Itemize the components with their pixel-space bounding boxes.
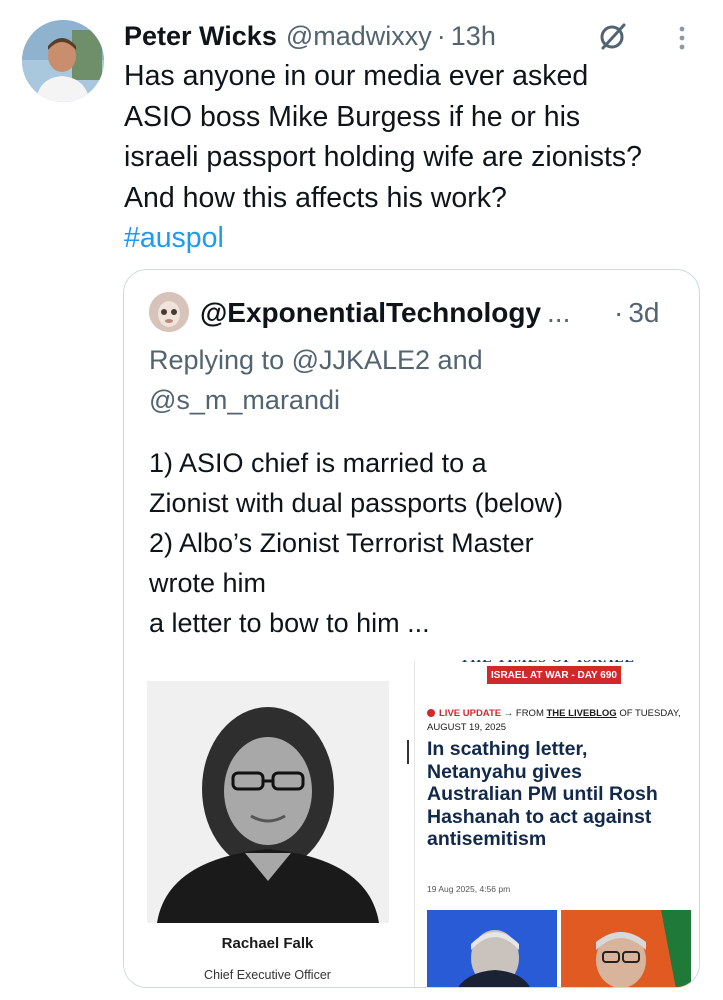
tweet-text-line: ASIO boss Mike Burgess if he or his <box>124 100 581 133</box>
media-image-left[interactable]: Rachael Falk Chief Executive Officer <box>124 660 411 987</box>
headline-line: Netanyahu gives <box>427 760 582 783</box>
article-thumbnail-left <box>427 910 557 987</box>
headline-line: Hashanah to act against <box>427 805 652 828</box>
author-name[interactable]: Peter Wicks <box>124 21 277 52</box>
headline-line: In scathing letter, <box>427 738 588 760</box>
live-dot-icon <box>427 709 435 717</box>
tweet-text-line: Has anyone in our media ever asked <box>124 60 589 92</box>
person-title-caption: Chief Executive Officer <box>204 968 331 982</box>
quoted-text-line: 2) Albo’s Zionist Terrorist Master <box>149 528 534 558</box>
quoted-tweet-text: 1) ASIO chief is married to a Zionist wi… <box>149 443 689 643</box>
separator-dot: · <box>614 297 624 328</box>
hashtag-link[interactable]: #auspol <box>124 218 714 259</box>
war-day-badge: ISRAEL AT WAR - DAY 690 <box>487 666 621 684</box>
quoted-tweet-timestamp: 3d <box>628 297 660 328</box>
article-headline: In scathing letter, Netanyahu gives Aust… <box>427 738 697 851</box>
quoted-media: Rachael Falk Chief Executive Officer THE… <box>124 660 699 987</box>
grok-icon[interactable] <box>597 20 629 52</box>
quoted-author-name[interactable]: @ExponentialTechnology <box>200 297 541 329</box>
replying-to-line: Replying to @JJKALE2 and <box>149 345 483 375</box>
live-update-line: LIVE UPDATE → FROM THE LIVEBLOG OF TUESD… <box>427 708 681 719</box>
headline-line: antisemitism <box>427 828 547 850</box>
separator-dot: · <box>436 20 446 51</box>
quoted-text-line: a letter to bow to him ... <box>149 608 430 638</box>
name-truncation: ... <box>547 297 571 328</box>
live-update-date: AUGUST 19, 2025 <box>427 722 507 733</box>
tweet: Peter Wicks @madwixxy · 13h Has anyone i… <box>0 0 723 1000</box>
article-timestamp: 19 Aug 2025, 4:56 pm <box>427 884 511 894</box>
replying-to-line: @s_m_marandi <box>149 385 340 415</box>
person-name-caption: Rachael Falk <box>221 935 314 952</box>
liveblog-link: THE LIVEBLOG <box>546 708 617 719</box>
tweet-text-line: israeli passport holding wife are zionis… <box>124 141 643 173</box>
live-update-label: LIVE UPDATE <box>439 708 502 719</box>
quoted-text-line: 1) ASIO chief is married to a <box>149 448 487 478</box>
quoted-avatar-photo <box>149 292 189 332</box>
quoted-text-line: Zionist with dual passports (below) <box>149 488 564 518</box>
tweet-header: Peter Wicks @madwixxy · 13h <box>124 18 496 54</box>
quoted-author-avatar[interactable] <box>149 292 189 332</box>
article-thumbnail-right <box>561 910 691 987</box>
media-image-right[interactable]: THE TIMES OF ISRAEL ISRAEL AT WAR - DAY … <box>407 660 699 987</box>
live-from-text: → FROM <box>503 708 544 719</box>
quoted-tweet-time[interactable]: · 3d <box>614 294 659 332</box>
avatar-photo <box>22 20 104 102</box>
portrait-photo <box>147 681 389 923</box>
text-cursor <box>407 740 409 764</box>
more-options-icon[interactable] <box>670 24 694 52</box>
tweet-timestamp[interactable]: 13h <box>451 21 496 52</box>
quoted-tweet-card[interactable]: @ExponentialTechnology ... · 3d Replying… <box>123 269 700 988</box>
author-handle[interactable]: @madwixxy <box>286 21 432 52</box>
author-avatar[interactable] <box>22 20 104 102</box>
tweet-text: Has anyone in our media ever asked ASIO … <box>124 56 714 259</box>
quoted-text-line: wrote him <box>149 568 267 598</box>
live-of-text: OF TUESDAY, <box>619 708 681 719</box>
tweet-text-line: And how this affects his work? <box>124 181 507 214</box>
replying-to: Replying to @JJKALE2 and @s_m_marandi <box>149 340 689 420</box>
headline-line: Australian PM until Rosh <box>427 783 658 805</box>
